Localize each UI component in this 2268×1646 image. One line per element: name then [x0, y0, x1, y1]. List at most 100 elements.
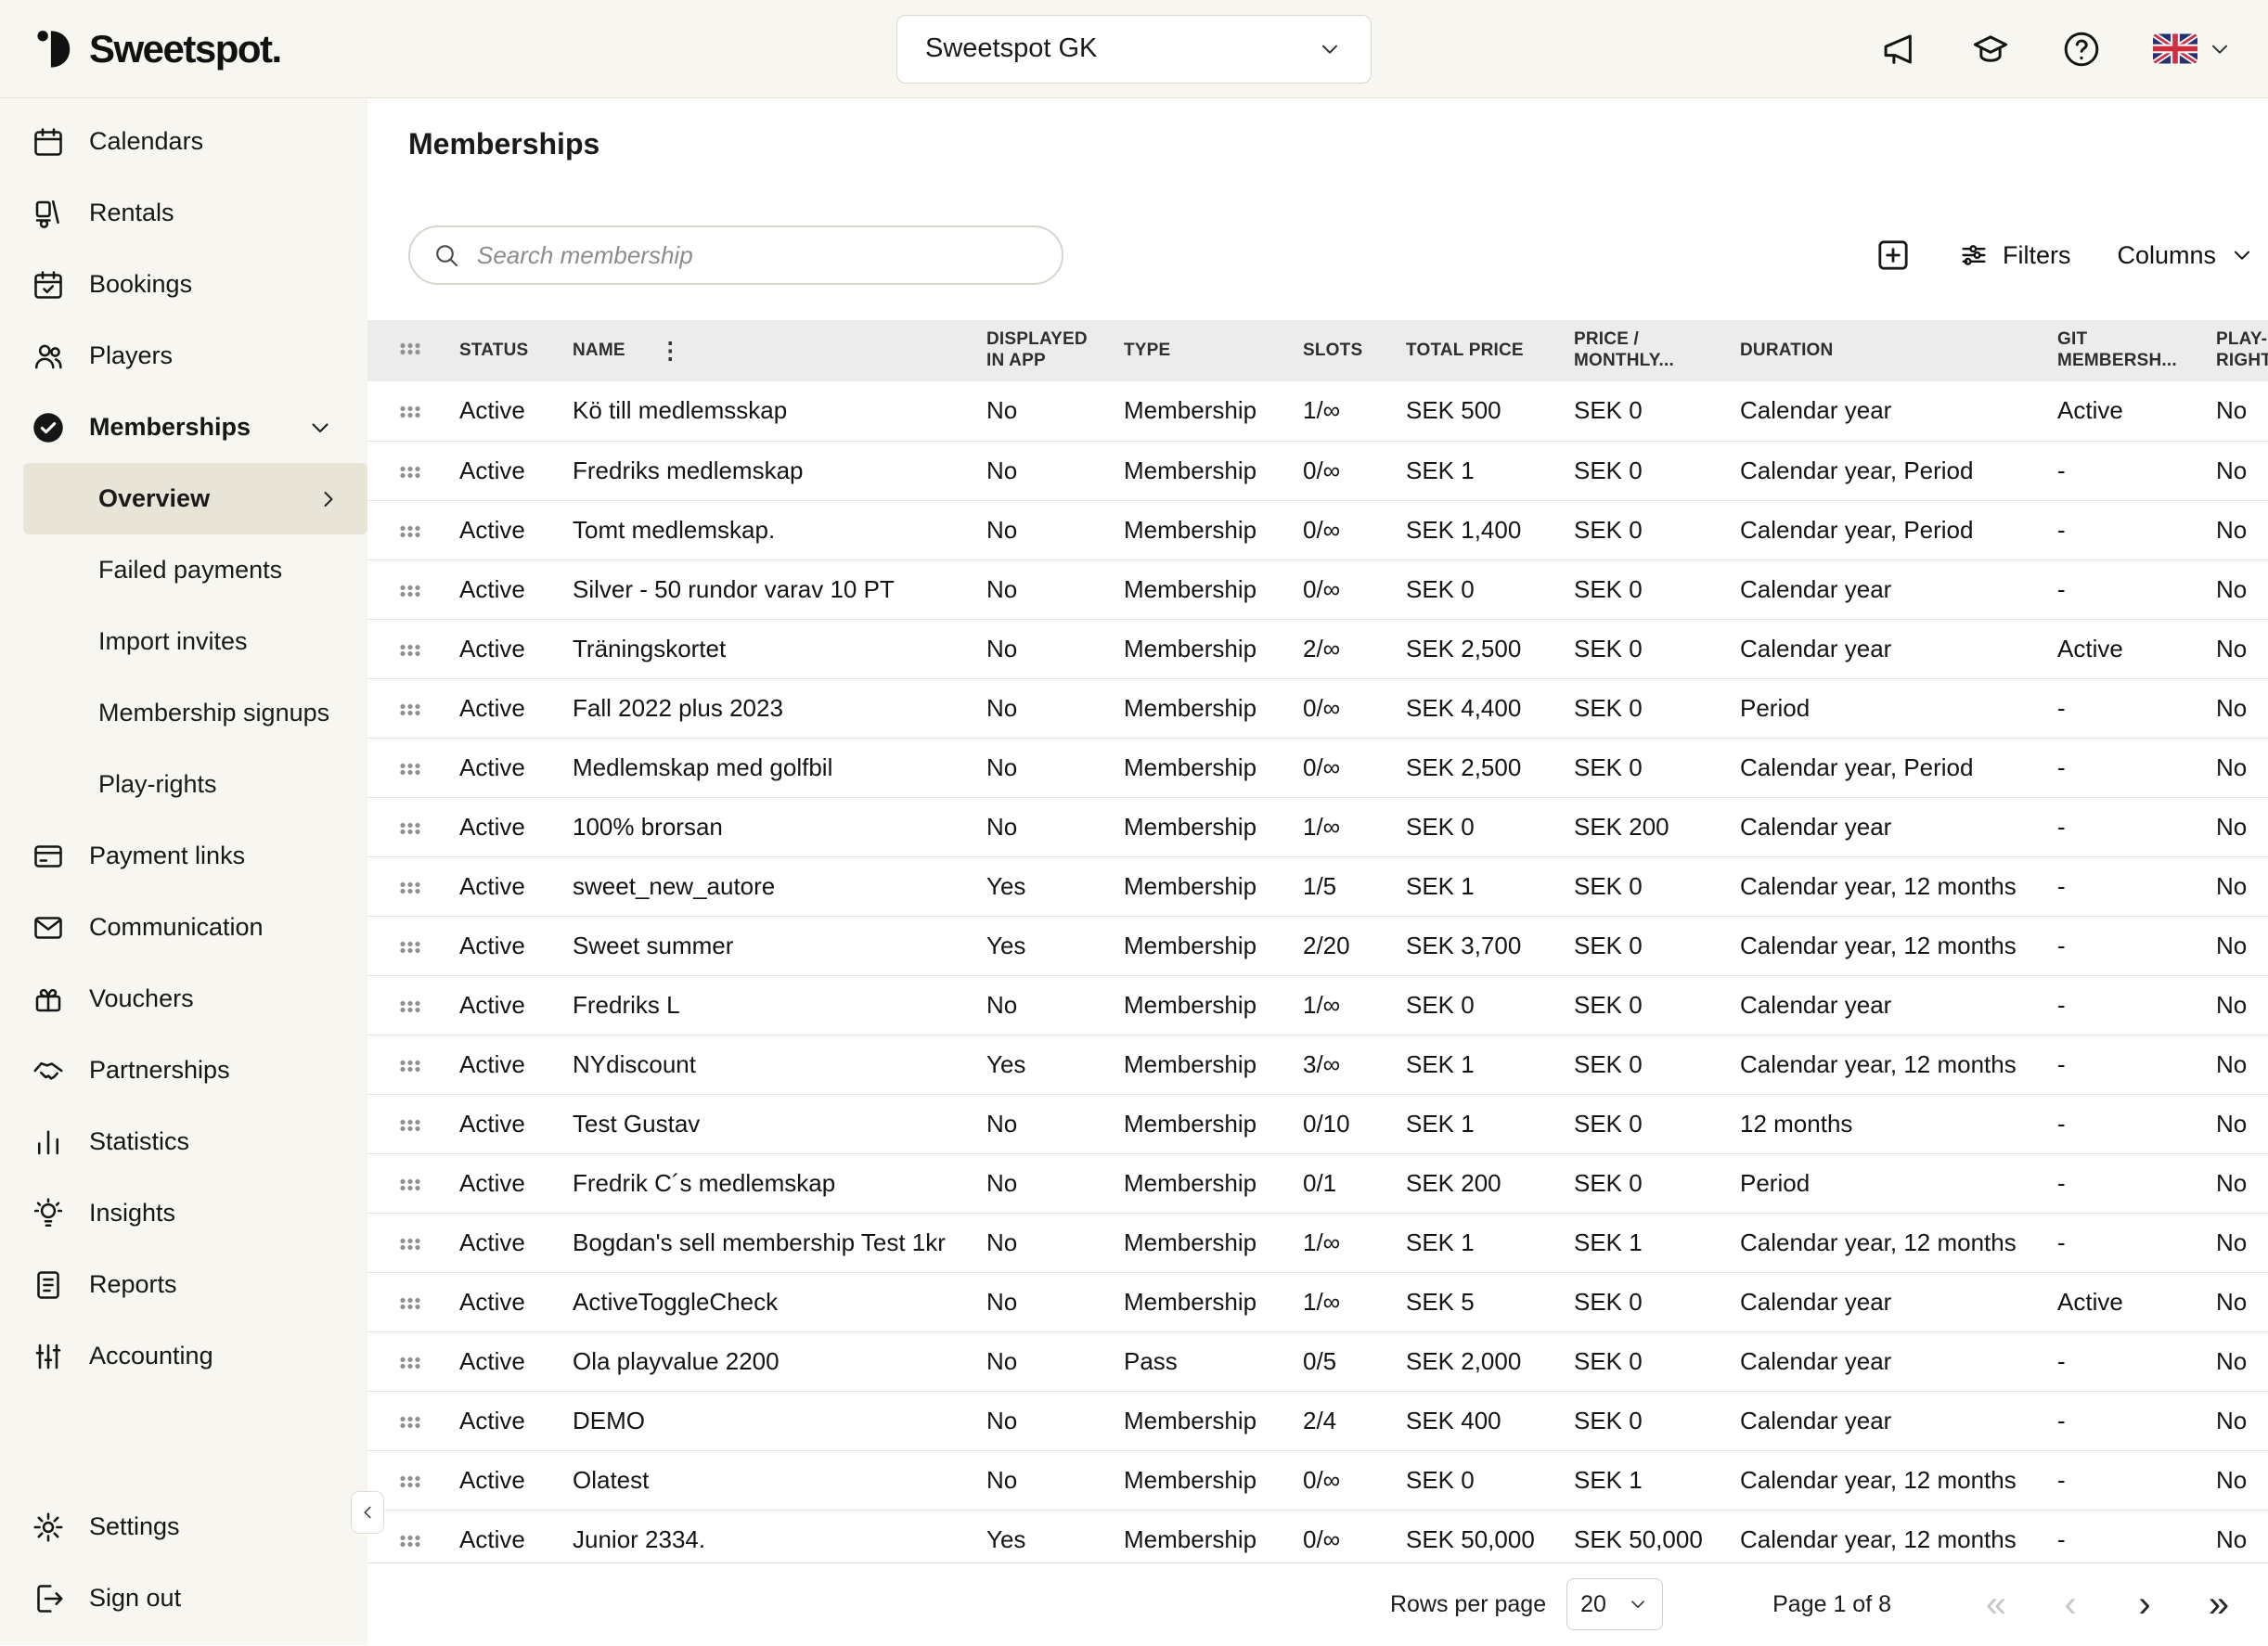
cell-price-monthly: SEK 0	[1574, 381, 1740, 441]
search-input[interactable]	[475, 240, 1050, 271]
column-header-total-price[interactable]: TOTAL PRICE	[1406, 341, 1524, 360]
drag-handle-icon[interactable]	[399, 881, 421, 894]
drag-handle-icon[interactable]	[399, 1178, 421, 1191]
table-row-test-gustav[interactable]: Active Test Gustav No Membership 0/10 SE…	[367, 1094, 2268, 1153]
help-icon[interactable]	[2062, 30, 2101, 69]
columns-button[interactable]: Columns	[2117, 241, 2255, 270]
table-row-fall-2022-plus-2023[interactable]: Active Fall 2022 plus 2023 No Membership…	[367, 678, 2268, 738]
drag-handle-icon[interactable]	[399, 525, 421, 538]
table-row-nydiscount[interactable]: Active NYdiscount Yes Membership 3/∞ SEK…	[367, 1035, 2268, 1094]
column-header-price-monthly[interactable]: PRICE / MONTHLY...	[1574, 329, 1696, 372]
sidebar-item-insights[interactable]: Insights	[0, 1177, 367, 1249]
sidebar-item-partnerships[interactable]: Partnerships	[0, 1035, 367, 1106]
drag-handle-icon[interactable]	[399, 941, 421, 954]
table-row-fredriks-l[interactable]: Active Fredriks L No Membership 1/∞ SEK …	[367, 975, 2268, 1035]
column-header-name[interactable]: NAME	[573, 341, 625, 362]
cell-status: Active	[459, 856, 573, 916]
column-header-duration[interactable]: DURATION	[1740, 341, 1833, 360]
table-row-medlemskap-med-golfbil[interactable]: Active Medlemskap med golfbil No Members…	[367, 738, 2268, 797]
cell-slots: 2/4	[1303, 1391, 1406, 1450]
cell-git-membership: -	[2057, 678, 2216, 738]
sidebar-item-bookings[interactable]: Bookings	[0, 249, 367, 320]
sidebar-item-reports[interactable]: Reports	[0, 1249, 367, 1320]
sidebar-subitem-membership-signups[interactable]: Membership signups	[0, 677, 367, 749]
prev-page-button[interactable]: ‹	[2045, 1579, 2095, 1629]
table-row-sweet-new-autore[interactable]: Active sweet_new_autore Yes Membership 1…	[367, 856, 2268, 916]
drag-handle-icon[interactable]	[399, 1297, 421, 1310]
drag-handle-icon[interactable]	[399, 1000, 421, 1013]
sidebar-subitem-overview[interactable]: Overview	[23, 463, 367, 534]
filters-button[interactable]: Filters	[1958, 239, 2071, 271]
sidebar-item-calendars[interactable]: Calendars	[0, 106, 367, 177]
search-box	[408, 225, 1063, 285]
table-row-sweet-summer[interactable]: Active Sweet summer Yes Membership 2/20 …	[367, 916, 2268, 975]
column-header-type[interactable]: TYPE	[1124, 341, 1170, 360]
drag-handle-icon[interactable]	[399, 1119, 421, 1132]
cell-git-membership: -	[2057, 1094, 2216, 1153]
sidebar-item-accounting[interactable]: Accounting	[0, 1320, 367, 1392]
sweetspot-logo[interactable]: Sweetspot.	[35, 27, 281, 71]
table-row-olatest[interactable]: Active Olatest No Membership 0/∞ SEK 0 S…	[367, 1450, 2268, 1510]
drag-handle-icon[interactable]	[399, 644, 421, 657]
column-header-displayed-in-app[interactable]: DISPLAYED IN APP	[986, 329, 1109, 372]
sidebar-subitem-import-invites[interactable]: Import invites	[0, 606, 367, 677]
drag-handle-icon[interactable]	[399, 585, 421, 598]
cell-duration: Calendar year	[1740, 1331, 2057, 1391]
sidebar-collapse-button[interactable]	[351, 1491, 384, 1534]
drag-handle-icon[interactable]	[399, 466, 421, 479]
drag-handle-icon[interactable]	[399, 1475, 421, 1488]
drag-handle-icon[interactable]	[399, 1060, 421, 1073]
sidebar-subitem-failed-payments[interactable]: Failed payments	[0, 534, 367, 606]
sidebar-item-players[interactable]: Players	[0, 320, 367, 392]
sidebar-item-settings[interactable]: Settings	[0, 1491, 367, 1562]
table-row-k-till-medlemsskap[interactable]: Active Kö till medlemsskap No Membership…	[367, 381, 2268, 441]
cell-displayed-in-app: No	[986, 1213, 1124, 1272]
drag-handle-icon[interactable]	[399, 1416, 421, 1429]
drag-handle-icon[interactable]	[399, 1238, 421, 1251]
add-membership-button[interactable]	[1875, 237, 1912, 274]
drag-handle-icon[interactable]	[399, 822, 421, 835]
drag-handle-icon[interactable]	[399, 763, 421, 776]
language-selector[interactable]	[2153, 33, 2233, 64]
sidebar-item-memberships[interactable]: Memberships	[0, 392, 367, 463]
table-row-fredriks-medlemskap[interactable]: Active Fredriks medlemskap No Membership…	[367, 441, 2268, 500]
table-row-silver-50-rundor-varav-10-pt[interactable]: Active Silver - 50 rundor varav 10 PT No…	[367, 559, 2268, 619]
drag-handle-icon[interactable]	[399, 703, 421, 716]
table-row-demo[interactable]: Active DEMO No Membership 2/4 SEK 400 SE…	[367, 1391, 2268, 1450]
sidebar-subitem-play-rights[interactable]: Play-rights	[0, 749, 367, 820]
column-menu-icon[interactable]: ⋮	[659, 337, 682, 365]
table-row-tr-ningskortet[interactable]: Active Träningskortet No Membership 2/∞ …	[367, 619, 2268, 678]
cell-name: Kö till medlemsskap	[573, 381, 986, 441]
column-header-git-membership[interactable]: GIT MEMBERSH...	[2057, 329, 2180, 372]
cell-slots: 1/5	[1303, 856, 1406, 916]
sidebar-item-vouchers[interactable]: Vouchers	[0, 963, 367, 1035]
table-row-tomt-medlemskap[interactable]: Active Tomt medlemskap. No Membership 0/…	[367, 500, 2268, 559]
cell-status: Active	[459, 1331, 573, 1391]
sidebar-item-communication[interactable]: Communication	[0, 892, 367, 963]
drag-handle-icon[interactable]	[399, 1535, 421, 1548]
club-selector[interactable]: Sweetspot GK	[896, 15, 1372, 84]
sidebar-item-rentals[interactable]: Rentals	[0, 177, 367, 249]
table-row-100-brorsan[interactable]: Active 100% brorsan No Membership 1/∞ SE…	[367, 797, 2268, 856]
table-row-ola-playvalue-2200[interactable]: Active Ola playvalue 2200 No Pass 0/5 SE…	[367, 1331, 2268, 1391]
sidebar-item-statistics[interactable]: Statistics	[0, 1106, 367, 1177]
drag-handle-icon[interactable]	[399, 405, 421, 418]
learning-icon[interactable]	[1971, 30, 2010, 69]
column-header-status[interactable]: STATUS	[459, 341, 528, 360]
table-row-activetogglecheck[interactable]: Active ActiveToggleCheck No Membership 1…	[367, 1272, 2268, 1331]
rows-per-page-select[interactable]: 20	[1566, 1578, 1663, 1630]
column-header-slots[interactable]: SLOTS	[1303, 341, 1362, 360]
announcements-icon[interactable]	[1880, 30, 1919, 69]
drag-handle-icon[interactable]	[399, 1357, 421, 1370]
next-page-button[interactable]: ›	[2120, 1579, 2170, 1629]
table-row-junior-2334[interactable]: Active Junior 2334. Yes Membership 0/∞ S…	[367, 1510, 2268, 1562]
sidebar-item-payment-links[interactable]: Payment links	[0, 820, 367, 892]
column-header-play-right[interactable]: PLAY-RIGHT	[2216, 329, 2268, 370]
last-page-button[interactable]: »	[2194, 1579, 2244, 1629]
top-bar: Sweetspot. Sweetspot GK	[0, 0, 2268, 98]
sidebar-item-sign-out[interactable]: Sign out	[0, 1562, 367, 1634]
sidebar-top-group: Calendars Rentals Bookings	[0, 106, 367, 463]
table-row-bogdan-s-sell-membership-test-1kr[interactable]: Active Bogdan's sell membership Test 1kr…	[367, 1213, 2268, 1272]
first-page-button[interactable]: «	[1971, 1579, 2021, 1629]
table-row-fredrik-c-s-medlemskap[interactable]: Active Fredrik C´s medlemskap No Members…	[367, 1153, 2268, 1213]
